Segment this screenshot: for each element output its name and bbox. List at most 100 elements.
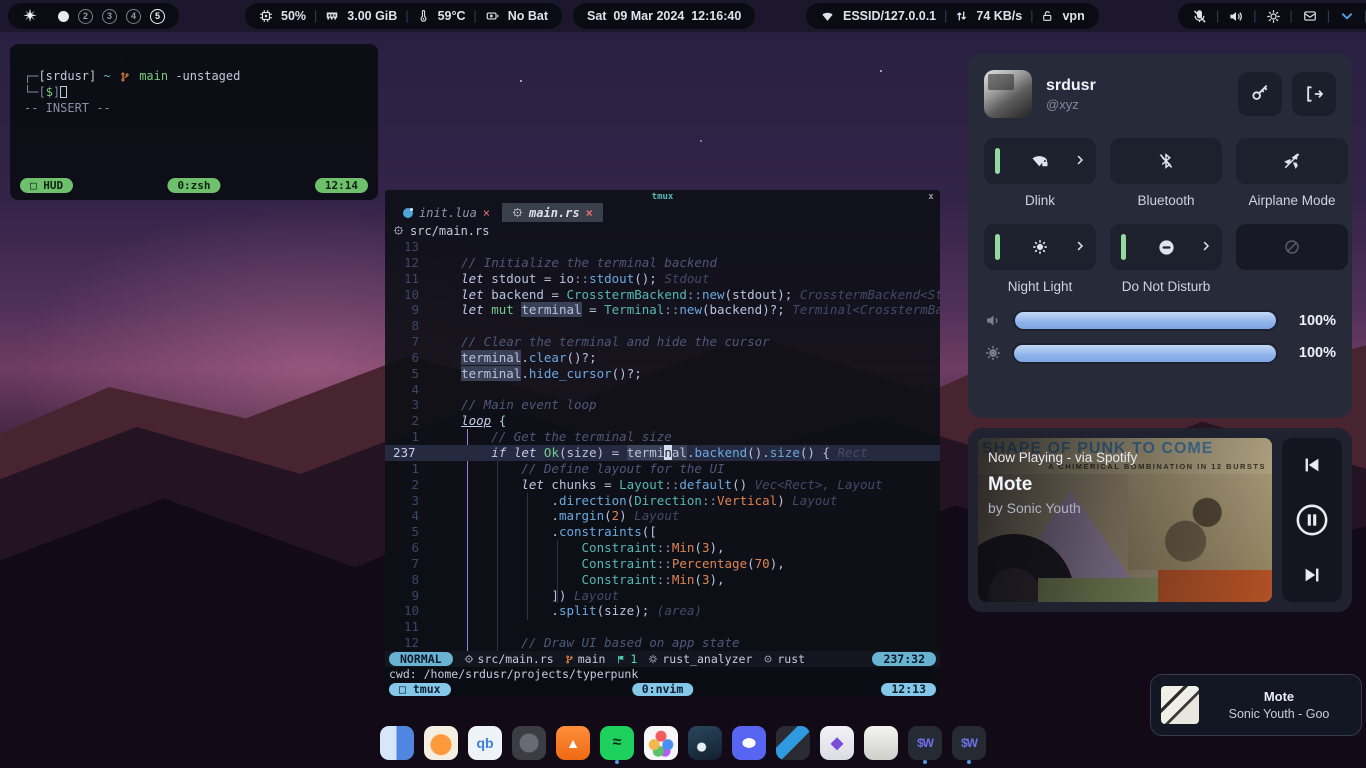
tmux-window-titlebar: tmux x: [385, 190, 940, 203]
line-number: 6: [385, 350, 431, 366]
code-line: 4 .margin(2) Layout: [385, 508, 940, 524]
brightness-value: 100%: [1288, 345, 1336, 361]
discord-icon[interactable]: [732, 726, 766, 764]
line-number: 12: [385, 635, 431, 651]
running-indicator: [967, 760, 971, 764]
editor-statusline: NORMAL src/main.rs main 1 rust_analyzer: [385, 651, 940, 667]
network-arrows-icon: [955, 9, 968, 23]
prompt-git-status: -unstaged: [175, 69, 240, 83]
tmux-session-pill[interactable]: 0:zsh: [167, 178, 220, 193]
window-title: tmux: [403, 192, 922, 202]
tab-init-lua[interactable]: init.lua ×: [393, 203, 500, 222]
terminal-window[interactable]: ┌─[srdusr] ~ main -unstaged └─[$] -- INS…: [10, 44, 378, 200]
wifi-toggle-button[interactable]: [984, 138, 1096, 184]
running-indicator: [923, 760, 927, 764]
night-light-toggle-button[interactable]: [984, 224, 1096, 270]
network-island: ESSID/127.0.0.1 74 KB/s vpn: [806, 3, 1099, 29]
keyring-button[interactable]: [1238, 72, 1282, 116]
tab-main-rs[interactable]: main.rs ×: [502, 203, 603, 222]
code-line: 1 // Define layout for the UI: [385, 461, 940, 477]
disabled-toggle-button[interactable]: [1236, 224, 1348, 270]
wezterm-2-icon[interactable]: $W: [952, 726, 986, 764]
spotify-icon[interactable]: ≈: [600, 726, 634, 764]
memory-icon: [325, 9, 339, 23]
line-number: 9: [385, 302, 431, 318]
wifi-lock-icon: [1029, 152, 1051, 170]
vscode-icon[interactable]: [776, 726, 810, 764]
firefox-icon[interactable]: [424, 726, 458, 764]
line-number: 12: [385, 255, 431, 271]
logout-button[interactable]: [1292, 72, 1336, 116]
album-art[interactable]: SHAPE OF PUNK TO COME A CHIMERICAL BOMBI…: [978, 438, 1272, 602]
workspace-2[interactable]: 2: [78, 9, 93, 24]
tmux-session-name[interactable]: □ tmux: [389, 683, 451, 696]
steam-icon[interactable]: [688, 726, 722, 764]
tab-close-icon[interactable]: ×: [586, 206, 593, 220]
workspace-1[interactable]: [58, 11, 69, 22]
tmux-window-name[interactable]: 0:nvim: [632, 683, 694, 696]
obsidian-icon[interactable]: ◆: [820, 726, 854, 764]
toggle-bluetooth: Bluetooth: [1110, 138, 1222, 210]
gear-icon: [648, 654, 658, 664]
mail-icon[interactable]: [1302, 9, 1318, 23]
code-area[interactable]: 1312 // Initialize the terminal backend1…: [385, 239, 940, 651]
bluetooth-toggle-button[interactable]: [1110, 138, 1222, 184]
git-branch-icon: [565, 654, 574, 665]
chevron-right-icon[interactable]: [1074, 239, 1086, 253]
media-player-card: SHAPE OF PUNK TO COME A CHIMERICAL BOMBI…: [968, 428, 1352, 612]
chevron-down-icon[interactable]: [1339, 9, 1355, 23]
clock-island[interactable]: Sat 09 Mar 2024 12:16:40: [573, 3, 755, 29]
tab-close-icon[interactable]: ×: [483, 206, 490, 220]
user-handle: @xyz: [1046, 97, 1096, 112]
line-number: 1: [385, 461, 431, 477]
airplane-off-icon: [1283, 152, 1301, 170]
statusline-diagnostics: 1: [616, 652, 637, 666]
speaker-icon[interactable]: [1228, 9, 1244, 24]
network-speed: 74 KB/s: [976, 9, 1022, 23]
next-track-button[interactable]: [1301, 564, 1323, 586]
brightness-slider[interactable]: [1014, 345, 1276, 362]
settings-gear-icon[interactable]: [1266, 9, 1281, 24]
pause-button[interactable]: [1295, 503, 1329, 537]
line-number: 8: [385, 572, 431, 588]
code-line: 12 // Initialize the terminal backend: [385, 255, 940, 271]
terminal-prompt-line1: ┌─[srdusr] ~ main -unstaged: [24, 68, 364, 84]
control-center-panel: srdusr @xyz Dlink: [968, 54, 1352, 418]
vlc-icon[interactable]: ▲: [556, 726, 590, 764]
code-line: 11: [385, 619, 940, 635]
chevron-right-icon[interactable]: [1200, 239, 1212, 253]
code-line: 4: [385, 382, 940, 398]
editor-tabline: init.lua × main.rs ×: [385, 203, 940, 222]
workspace-5[interactable]: 5: [150, 9, 165, 24]
airplane-toggle-button[interactable]: [1236, 138, 1348, 184]
brightness-slider-row: 100%: [984, 344, 1336, 362]
code-line: 2 let chunks = Layout::default() Vec<Rec…: [385, 477, 940, 493]
volume-slider[interactable]: [1015, 312, 1276, 329]
window-close-button[interactable]: x: [922, 192, 940, 202]
terminal-prompt-line2: └─[$]: [24, 84, 364, 100]
wezterm-1-icon[interactable]: $W: [908, 726, 942, 764]
photos-icon[interactable]: [644, 726, 678, 764]
code-line: 8 Constraint::Min(3),: [385, 572, 940, 588]
workspace-4[interactable]: 4: [126, 9, 141, 24]
code-line: 5 .constraints([: [385, 524, 940, 540]
file-manager-icon[interactable]: [380, 726, 414, 764]
line-number: 9: [385, 588, 431, 604]
dnd-toggle-button[interactable]: [1110, 224, 1222, 270]
window-manager-icon[interactable]: [512, 726, 546, 764]
user-avatar[interactable]: [984, 70, 1032, 118]
toggle-label: Dlink: [984, 193, 1096, 210]
microphone-muted-icon[interactable]: [1192, 9, 1207, 24]
statusline-filetype: rust: [763, 652, 805, 666]
previous-track-button[interactable]: [1301, 454, 1323, 476]
qbittorrent-icon[interactable]: qb: [468, 726, 502, 764]
tmux-hud-pill[interactable]: □ HUD: [20, 178, 73, 193]
workspace-3[interactable]: 3: [102, 9, 117, 24]
line-number: 237: [385, 445, 431, 461]
chevron-right-icon[interactable]: [1074, 153, 1086, 167]
editor-window[interactable]: tmux x init.lua × main.rs × src/main.rs …: [385, 190, 940, 697]
active-indicator: [995, 148, 1000, 174]
notification-album-thumbnail: [1161, 686, 1199, 724]
launcher-star-icon[interactable]: [22, 8, 38, 24]
trash-icon[interactable]: [864, 726, 898, 764]
